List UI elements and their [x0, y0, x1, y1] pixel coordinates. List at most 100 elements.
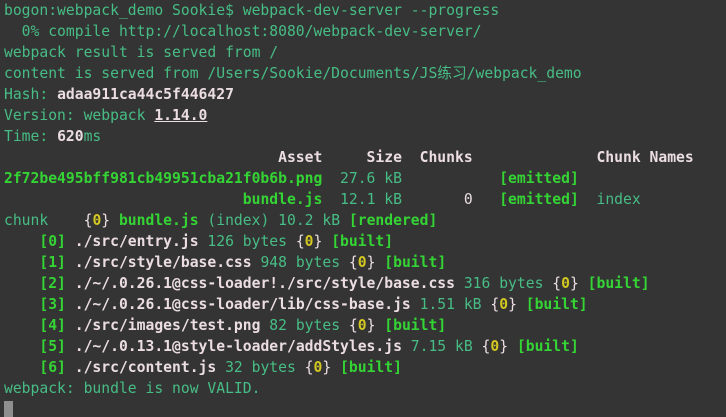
terminal-text-segment: Version: webpack: [4, 107, 154, 124]
terminal-text-segment: {: [552, 275, 561, 292]
terminal-text-segment: [66, 275, 75, 292]
terminal-text-segment: 620: [57, 128, 84, 145]
terminal-text-segment: [375, 317, 384, 334]
terminal-text-segment: 0% compile http://localhost:8080/webpack…: [4, 23, 482, 40]
terminal-text-segment: ./src/images/test.png: [75, 317, 261, 334]
terminal-text-segment: [1]: [4, 254, 66, 271]
terminal-text-segment: ms: [84, 128, 102, 145]
terminal-line-module-row-1: [1] ./src/style/base.css 948 bytes {0} […: [4, 252, 726, 273]
terminal-text-segment: [built]: [384, 254, 446, 271]
terminal-text-segment: [built]: [588, 275, 650, 292]
terminal-text-segment: [built]: [331, 233, 393, 250]
terminal-text-segment: [built]: [340, 359, 402, 376]
terminal-line-module-row-2: [2] ./~/.0.26.1@css-loader!./src/style/b…: [4, 273, 726, 294]
terminal-text-segment: ./src/content.js: [75, 359, 216, 376]
terminal-text-segment: 32 bytes: [216, 359, 304, 376]
terminal-text-segment: [5]: [4, 338, 66, 355]
terminal-text-segment: [508, 338, 517, 355]
terminal-line-prompt-command: bogon:webpack_demo Sookie$ webpack-dev-s…: [4, 0, 726, 21]
terminal-screen[interactable]: bogon:webpack_demo Sookie$ webpack-dev-s…: [0, 0, 726, 417]
terminal-text-segment: [579, 275, 588, 292]
terminal-text-segment: {: [490, 296, 499, 313]
terminal-text-segment: bundle.js: [119, 212, 199, 229]
terminal-line-time-line: Time: 620ms: [4, 126, 726, 147]
terminal-line-module-row-3: [3] ./~/.0.26.1@css-loader/lib/css-base.…: [4, 294, 726, 315]
terminal-text-segment: [emitted]: [499, 191, 579, 208]
terminal-text-segment: 2f72be495bff981cb49951cba21f0b6b.png: [4, 170, 322, 187]
terminal-text-segment: [emitted]: [499, 170, 579, 187]
terminal-line-version-line: Version: webpack 1.14.0: [4, 105, 726, 126]
terminal-text-segment: {: [296, 233, 305, 250]
terminal-text-segment: [375, 254, 384, 271]
terminal-text-segment: {: [349, 254, 358, 271]
terminal-text-segment: webpack result is served from /: [4, 44, 278, 61]
terminal-text-segment: bundle.js: [243, 191, 323, 208]
terminal-line-module-row-0: [0] ./src/entry.js 126 bytes {0} [built]: [4, 231, 726, 252]
terminal-text-segment: [517, 296, 526, 313]
terminal-text-segment: [built]: [517, 338, 579, 355]
terminal-line-module-row-4: [4] ./src/images/test.png 82 bytes {0} […: [4, 315, 726, 336]
terminal-line-asset-row-png: 2f72be495bff981cb49951cba21f0b6b.png 27.…: [4, 168, 726, 189]
terminal-text-segment: {: [349, 317, 358, 334]
terminal-text-segment: 1.51 kB: [411, 296, 491, 313]
terminal-text-segment: 0: [305, 233, 314, 250]
terminal-text-segment: }: [101, 212, 110, 229]
terminal-text-segment: }: [499, 338, 508, 355]
terminal-text-segment: }: [508, 296, 517, 313]
terminal-text-segment: {: [305, 359, 314, 376]
terminal-text-segment: [331, 359, 340, 376]
terminal-text-segment: ./~/.0.26.1@css-loader/lib/css-base.js: [75, 296, 411, 313]
terminal-cursor: [4, 401, 13, 417]
terminal-line-asset-row-bundle: bundle.js 12.1 kB 0 [emitted] index: [4, 189, 726, 210]
terminal-text-segment: 7.15 kB: [402, 338, 482, 355]
terminal-text-segment: content is served from /Users/Sookie/Doc…: [4, 65, 582, 82]
terminal-text-segment: Hash:: [4, 86, 57, 103]
terminal-text-segment: [rendered]: [349, 212, 437, 229]
terminal-line-module-row-5: [5] ./~/.0.13.1@style-loader/addStyles.j…: [4, 336, 726, 357]
terminal-text-segment: 0: [92, 212, 101, 229]
terminal-line-served-from-root: webpack result is served from /: [4, 42, 726, 63]
terminal-text-segment: [0]: [4, 233, 66, 250]
terminal-text-segment: index: [597, 191, 641, 208]
terminal-text-segment: 12.1 kB: [322, 191, 463, 208]
terminal-text-segment: [built]: [384, 317, 446, 334]
terminal-text-segment: [579, 191, 597, 208]
terminal-text-segment: [473, 191, 500, 208]
terminal-text-segment: (index) 10.2 kB: [199, 212, 349, 229]
terminal-text-segment: [66, 233, 75, 250]
terminal-text-segment: 126 bytes: [199, 233, 296, 250]
terminal-text-segment: 316 bytes: [455, 275, 552, 292]
terminal-text-segment: [322, 233, 331, 250]
terminal-text-segment: ./~/.0.26.1@css-loader!./src/style/base.…: [75, 275, 455, 292]
terminal-text-segment: 0: [358, 317, 367, 334]
terminal-text-segment: ./~/.0.13.1@style-loader/addStyles.js: [75, 338, 402, 355]
terminal-text-segment: 82 bytes: [260, 317, 348, 334]
terminal-text-segment: ./src/entry.js: [75, 233, 199, 250]
terminal-text-segment: [66, 359, 75, 376]
terminal-text-segment: [4, 191, 243, 208]
terminal-text-segment: [2]: [4, 275, 66, 292]
terminal-line-chunk-summary: chunk {0} bundle.js (index) 10.2 kB [ren…: [4, 210, 726, 231]
terminal-text-segment: [3]: [4, 296, 66, 313]
terminal-text-segment: Asset Size Chunks Chunk Names: [4, 149, 694, 166]
terminal-text-segment: [66, 296, 75, 313]
terminal-text-segment: }: [322, 359, 331, 376]
terminal-line-progress-line: 0% compile http://localhost:8080/webpack…: [4, 21, 726, 42]
terminal-text-segment: 1.14.0: [154, 107, 207, 124]
terminal-text-segment: 0: [561, 275, 570, 292]
terminal-text-segment: 0: [464, 191, 473, 208]
terminal-text-segment: [built]: [526, 296, 588, 313]
terminal-text-segment: }: [570, 275, 579, 292]
terminal-line-cursor-line: [4, 399, 726, 417]
terminal-text-segment: 27.6 kB: [322, 170, 499, 187]
terminal-text-segment: webpack: bundle is now VALID.: [4, 380, 260, 397]
terminal-text-segment: [6]: [4, 359, 66, 376]
terminal-text-segment: [66, 317, 75, 334]
terminal-text-segment: Time:: [4, 128, 57, 145]
terminal-line-module-row-6: [6] ./src/content.js 32 bytes {0} [built…: [4, 357, 726, 378]
terminal-text-segment: 948 bytes: [252, 254, 349, 271]
terminal-text-segment: bogon:webpack_demo Sookie$ webpack-dev-s…: [4, 2, 499, 19]
terminal-text-segment: [66, 254, 75, 271]
terminal-text-segment: 0: [490, 338, 499, 355]
terminal-line-bundle-valid-status: webpack: bundle is now VALID.: [4, 378, 726, 399]
